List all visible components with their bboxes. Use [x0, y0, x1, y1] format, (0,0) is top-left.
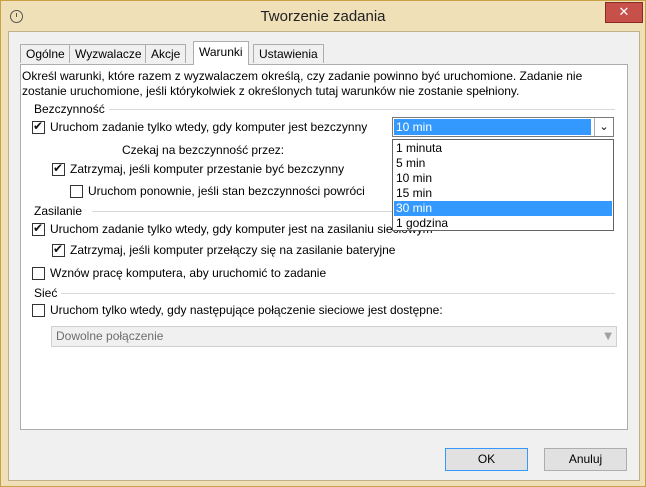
idle-duration-combo[interactable]: 10 min ⌄	[392, 117, 614, 137]
close-button[interactable]: ✕	[605, 2, 643, 23]
idle-duration-list[interactable]: 1 minuta 5 min 10 min 15 min 30 min 1 go…	[392, 139, 614, 231]
start-only-idle-label: Uruchom zadanie tylko wtedy, gdy kompute…	[50, 120, 368, 134]
chevron-down-icon: ▼	[604, 331, 612, 342]
idle-option[interactable]: 10 min	[394, 171, 612, 186]
idle-option[interactable]: 1 minuta	[394, 141, 612, 156]
tab-actions[interactable]: Akcje	[145, 44, 187, 63]
window-title: Tworzenie zadania	[260, 8, 386, 25]
idle-section-label: Bezczynność	[34, 102, 105, 116]
task-window: Tworzenie zadania ✕ Ogólne Wyzwalacze Ak…	[0, 0, 646, 487]
wake-computer-label: Wznów pracę komputera, aby uruchomić to …	[50, 266, 327, 280]
cancel-button[interactable]: Anuluj	[544, 448, 627, 471]
network-available-checkbox[interactable]	[32, 304, 45, 317]
ok-button[interactable]: OK	[445, 448, 528, 471]
stop-if-not-idle-label: Zatrzymaj, jeśli komputer przestanie być…	[70, 162, 345, 176]
restart-if-idle-label: Uruchom ponownie, jeśli stan bezczynnośc…	[88, 184, 365, 198]
idle-option[interactable]: 5 min	[394, 156, 612, 171]
network-connection-select[interactable]: Dowolne połączenie ▼	[51, 326, 617, 347]
ac-only-checkbox[interactable]	[32, 221, 45, 236]
network-section-label: Sieć	[34, 286, 58, 300]
power-separator	[92, 211, 392, 212]
stop-on-battery-label: Zatrzymaj, jeśli komputer przełączy się …	[70, 243, 396, 257]
network-separator	[61, 293, 615, 294]
network-connection-value: Dowolne połączenie	[56, 329, 164, 343]
tab-settings[interactable]: Ustawienia	[253, 44, 324, 63]
stop-if-not-idle-checkbox[interactable]	[52, 161, 65, 176]
restart-if-idle-checkbox[interactable]	[70, 185, 83, 198]
idle-option[interactable]: 1 godzina	[394, 216, 612, 231]
start-only-idle-checkbox[interactable]	[32, 119, 45, 134]
wake-computer-checkbox[interactable]	[32, 267, 45, 280]
idle-option[interactable]: 15 min	[394, 186, 612, 201]
wait-idle-label: Czekaj na bezczynność przez:	[122, 143, 285, 157]
ac-only-label: Uruchom zadanie tylko wtedy, gdy kompute…	[50, 222, 433, 236]
chevron-down-icon[interactable]: ⌄	[594, 118, 613, 136]
conditions-description: Określ warunki, które razem z wyzwalacze…	[22, 69, 583, 98]
tab-general[interactable]: Ogólne	[20, 44, 71, 63]
tab-triggers[interactable]: Wyzwalacze	[69, 44, 148, 63]
idle-duration-value: 10 min	[394, 119, 591, 135]
stop-on-battery-checkbox[interactable]	[52, 242, 65, 257]
title-bar: Tworzenie zadania ✕	[1, 1, 645, 31]
idle-option-selected[interactable]: 30 min	[394, 201, 612, 216]
dialog-client: Ogólne Wyzwalacze Akcje Warunki Ustawien…	[8, 31, 640, 481]
network-available-label: Uruchom tylko wtedy, gdy następujące poł…	[50, 303, 443, 317]
power-section-label: Zasilanie	[34, 204, 83, 218]
tab-conditions[interactable]: Warunki	[193, 41, 249, 65]
idle-separator	[109, 109, 615, 110]
